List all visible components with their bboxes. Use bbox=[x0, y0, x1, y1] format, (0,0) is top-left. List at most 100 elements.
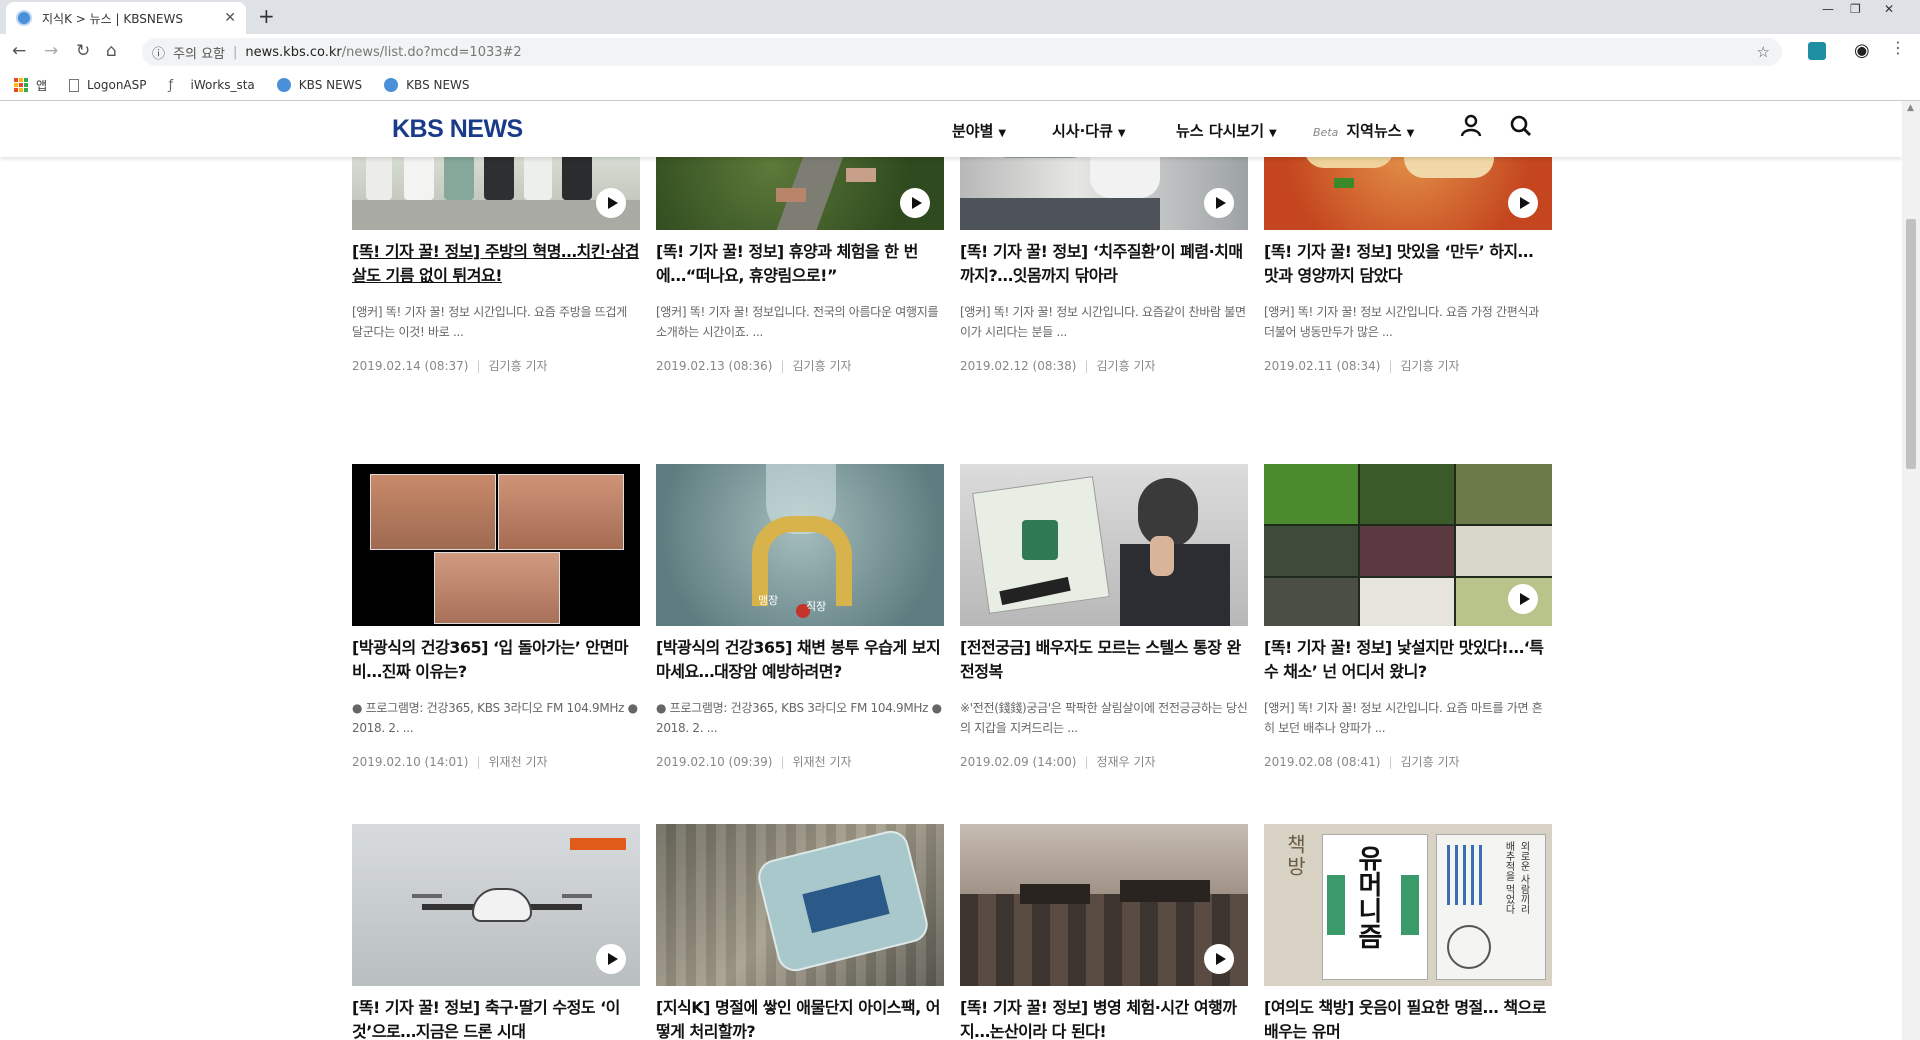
card-title[interactable]: [똑! 기자 꿀! 정보] 맛있을 ‘만두’ 하지… 맛과 영양까지 담았다 bbox=[1264, 240, 1552, 288]
kbs-news-logo[interactable]: KBS NEWS bbox=[392, 115, 523, 144]
bookmarks-bar: 앱 LogonASP ƒ iWorks_sta KBS NEWS KBS NEW… bbox=[0, 70, 1920, 101]
card-meta: 2019.02.08 (08:41) | 김기흥 기자 bbox=[1264, 753, 1552, 770]
bookmark-label: KBS NEWS bbox=[406, 78, 470, 92]
card-reporter: 위재천 기자 bbox=[488, 755, 548, 769]
page-viewport: KBS NEWS 분야별 ▼ 시사·다큐 ▼ 뉴스 다시보기 ▼ Beta 지역뉴스 ▼ … bbox=[0, 101, 1902, 1040]
vertical-scrollbar[interactable]: ▲ bbox=[1902, 101, 1920, 1040]
profile-icon[interactable]: ◉ bbox=[1854, 40, 1872, 61]
menu-label: 시사·다큐 bbox=[1052, 122, 1113, 140]
card-reporter: 위재천 기자 bbox=[792, 755, 852, 769]
card-meta: 2019.02.10 (14:01) | 위재천 기자 bbox=[352, 753, 640, 770]
meta-divider: | bbox=[476, 359, 481, 373]
new-tab-icon[interactable]: + bbox=[258, 4, 275, 28]
card-summary: [앵커] 똑! 기자 꿀! 정보 시간입니다. 요즘 마트를 가면 흔히 보던 … bbox=[1264, 701, 1543, 735]
card-title[interactable]: [똑! 기자 꿀! 정보] 축구·딸기 수정도 ‘이것’으로…지금은 드론 시대 bbox=[352, 996, 640, 1040]
news-card[interactable]: [똑! 기자 꿀! 정보] 축구·딸기 수정도 ‘이것’으로…지금은 드론 시대 bbox=[352, 824, 640, 1040]
search-icon[interactable] bbox=[1510, 114, 1532, 142]
page-icon bbox=[69, 78, 80, 92]
bookmark-kbs-news-2[interactable]: KBS NEWS bbox=[384, 78, 470, 92]
restore-icon[interactable]: ❐ bbox=[1850, 2, 1861, 16]
card-title[interactable]: [전전궁금] 배우자도 모르는 스텔스 통장 완전정복 bbox=[960, 636, 1248, 684]
meta-divider: | bbox=[1388, 755, 1393, 769]
news-card[interactable]: [박광식의 건강365] ‘입 돌아가는’ 안면마비…진짜 이유는? ● 프로그… bbox=[352, 464, 640, 770]
bookmark-logonasp[interactable]: LogonASP bbox=[69, 78, 147, 92]
news-card[interactable]: [지식K] 명절에 쌓인 애물단지 아이스팩, 어떻게 처리할까? bbox=[656, 824, 944, 1040]
reload-icon[interactable]: ↻ bbox=[76, 41, 90, 61]
card-reporter: 김기흥 기자 bbox=[1096, 359, 1156, 373]
card-title[interactable]: [똑! 기자 꿀! 정보] 낯설지만 맛있다!…‘특수 채소’ 넌 어디서 왔니… bbox=[1264, 636, 1552, 684]
thumbnail-drone[interactable] bbox=[352, 824, 640, 986]
forward-icon[interactable]: → bbox=[44, 41, 58, 61]
back-icon[interactable]: ← bbox=[12, 41, 26, 61]
menu-news-replay[interactable]: 뉴스 다시보기 ▼ bbox=[1176, 120, 1277, 141]
card-reporter: 김기흥 기자 bbox=[792, 359, 852, 373]
card-meta: 2019.02.13 (08:36) | 김기흥 기자 bbox=[656, 357, 944, 374]
card-summary: ● 프로그램명: 건강365, KBS 3라디오 FM 104.9MHz ● 2… bbox=[656, 701, 942, 735]
menu-by-field[interactable]: 분야별 ▼ bbox=[952, 120, 1006, 141]
play-icon[interactable] bbox=[900, 188, 930, 218]
bookmark-label: 앱 bbox=[36, 78, 48, 93]
thumbnail-colon[interactable]: 맹장 직장 bbox=[656, 464, 944, 626]
card-title[interactable]: [박광식의 건강365] 채변 봉투 우습게 보지 마세요…대장암 예방하려면? bbox=[656, 636, 944, 684]
card-title[interactable]: [지식K] 명절에 쌓인 애물단지 아이스팩, 어떻게 처리할까? bbox=[656, 996, 944, 1040]
card-summary: [앵커] 똑! 기자 꿀! 정보입니다. 전국의 아름다운 여행지를 소개하는 … bbox=[656, 305, 939, 339]
play-icon[interactable] bbox=[1508, 188, 1538, 218]
news-card[interactable]: [전전궁금] 배우자도 모르는 스텔스 통장 완전정복 ※'전전(錢錢)궁금'은… bbox=[960, 464, 1248, 770]
tab-close-icon[interactable]: ✕ bbox=[224, 10, 236, 26]
news-card[interactable]: 책방 유머니즘 외로운 사람끼리 배추적을 먹었다 [여의도 책방] 웃음이 필… bbox=[1264, 824, 1552, 1040]
news-card[interactable]: 맹장 직장 [박광식의 건강365] 채변 봉투 우습게 보지 마세요…대장암 … bbox=[656, 464, 944, 770]
card-date: 2019.02.12 (08:38) bbox=[960, 359, 1077, 373]
menu-regional-news[interactable]: Beta 지역뉴스 ▼ bbox=[1313, 120, 1414, 141]
play-icon[interactable] bbox=[1508, 584, 1538, 614]
card-title[interactable]: [똑! 기자 꿀! 정보] 주방의 혁명…치킨·삼겹살도 기름 없이 튀겨요! bbox=[352, 240, 640, 288]
card-summary: ● 프로그램명: 건강365, KBS 3라디오 FM 104.9MHz ● 2… bbox=[352, 701, 638, 735]
bookmark-star-icon[interactable]: ☆ bbox=[1757, 43, 1770, 61]
label-rectum: 직장 bbox=[806, 600, 827, 613]
menu-label: 뉴스 다시보기 bbox=[1176, 122, 1265, 140]
extension-icon[interactable] bbox=[1808, 42, 1826, 60]
info-icon[interactable]: ⓘ bbox=[152, 43, 165, 62]
news-card[interactable]: [똑! 기자 꿀! 정보] 낯설지만 맛있다!…‘특수 채소’ 넌 어디서 왔니… bbox=[1264, 464, 1552, 770]
thumbnail-books[interactable]: 책방 유머니즘 외로운 사람끼리 배추적을 먹었다 bbox=[1264, 824, 1552, 986]
bookmark-kbs-news-1[interactable]: KBS NEWS bbox=[276, 78, 363, 92]
play-icon[interactable] bbox=[596, 188, 626, 218]
meta-divider: | bbox=[780, 755, 785, 769]
news-card[interactable]: [똑! 기자 꿀! 정보] 병영 체험·시간 여행까지…논산이라 다 된다! bbox=[960, 824, 1248, 1040]
card-title[interactable]: [똑! 기자 꿀! 정보] 휴양과 체험을 한 번에…“떠나요, 휴양림으로!” bbox=[656, 240, 944, 288]
thumbnail-nonsan[interactable] bbox=[960, 824, 1248, 986]
caret-down-icon: ▼ bbox=[1406, 128, 1415, 139]
card-title[interactable]: [똑! 기자 꿀! 정보] ‘치주질환’이 폐렴·치매까지?…잇몸까지 닦아라 bbox=[960, 240, 1248, 288]
thumbnail-icepack[interactable] bbox=[656, 824, 944, 986]
play-icon[interactable] bbox=[596, 944, 626, 974]
minimize-icon[interactable]: — bbox=[1822, 2, 1834, 16]
thumbnail-facial-palsy[interactable] bbox=[352, 464, 640, 626]
menu-label: 지역뉴스 bbox=[1346, 122, 1402, 140]
card-date: 2019.02.11 (08:34) bbox=[1264, 359, 1381, 373]
card-title[interactable]: [박광식의 건강365] ‘입 돌아가는’ 안면마비…진짜 이유는? bbox=[352, 636, 640, 684]
bookmark-label: KBS NEWS bbox=[298, 78, 363, 92]
kbs-favicon-icon bbox=[276, 78, 291, 92]
user-icon[interactable] bbox=[1460, 114, 1482, 142]
scroll-up-arrow-icon[interactable]: ▲ bbox=[1907, 103, 1914, 113]
bookmark-iworks[interactable]: ƒ iWorks_sta bbox=[169, 78, 255, 93]
address-bar[interactable]: ⓘ 주의 요함 | news.kbs.co.kr /news/list.do?m… bbox=[142, 38, 1782, 66]
card-date: 2019.02.10 (14:01) bbox=[352, 755, 469, 769]
card-title[interactable]: [여의도 책방] 웃음이 필요한 명절… 책으로 배우는 유머 bbox=[1264, 996, 1552, 1040]
menu-current-affairs[interactable]: 시사·다큐 ▼ bbox=[1052, 120, 1126, 141]
beta-badge: Beta bbox=[1313, 126, 1339, 139]
meta-divider: | bbox=[1084, 755, 1089, 769]
home-icon[interactable]: ⌂ bbox=[106, 41, 117, 61]
card-summary: [앵커] 똑! 기자 꿀! 정보 시간입니다. 요즘 가정 간편식과 더불어 냉… bbox=[1264, 305, 1539, 339]
thumbnail-stealth-account[interactable] bbox=[960, 464, 1248, 626]
scroll-thumb[interactable] bbox=[1906, 219, 1916, 469]
bookmark-apps[interactable]: 앱 bbox=[14, 77, 47, 94]
thumbnail-vegetables[interactable] bbox=[1264, 464, 1552, 626]
more-menu-icon[interactable]: ⋮ bbox=[1890, 38, 1908, 57]
meta-divider: | bbox=[1388, 359, 1393, 373]
card-title[interactable]: [똑! 기자 꿀! 정보] 병영 체험·시간 여행까지…논산이라 다 된다! bbox=[960, 996, 1248, 1040]
play-icon[interactable] bbox=[1204, 188, 1234, 218]
browser-toolbar: ← → ↻ ⌂ ⓘ 주의 요함 | news.kbs.co.kr /news/l… bbox=[0, 34, 1920, 70]
play-icon[interactable] bbox=[1204, 944, 1234, 974]
tab-active[interactable]: 지식K > 뉴스 | KBSNEWS ✕ bbox=[6, 2, 246, 34]
window-close-icon[interactable]: ✕ bbox=[1884, 2, 1894, 16]
